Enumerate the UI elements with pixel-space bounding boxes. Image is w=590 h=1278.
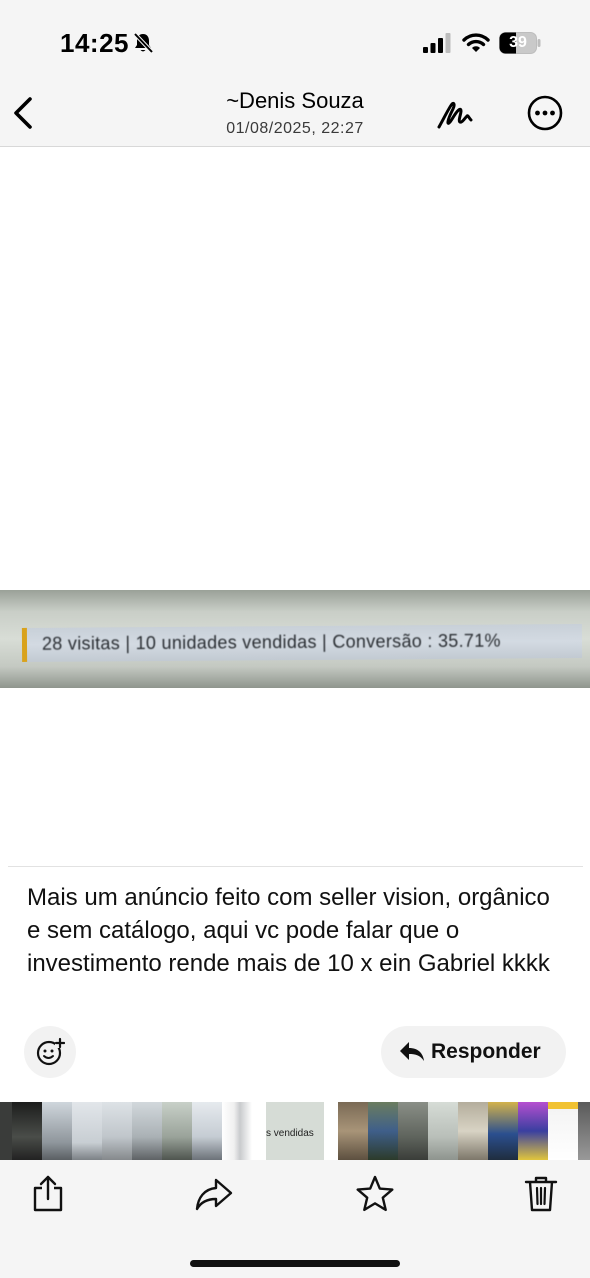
signal-icon: [423, 33, 451, 53]
thumbnail[interactable]: [192, 1102, 222, 1160]
add-reaction-button[interactable]: [24, 1026, 76, 1078]
thumbnail[interactable]: [428, 1102, 458, 1160]
photo-accent-bar: [21, 627, 28, 662]
battery-icon: 39: [499, 32, 541, 54]
home-indicator[interactable]: [190, 1260, 400, 1267]
thumbnail[interactable]: [578, 1102, 590, 1160]
thumbnail-selected[interactable]: s vendidas: [266, 1102, 324, 1160]
thumbnail[interactable]: [132, 1102, 162, 1160]
thumbnail[interactable]: [488, 1102, 518, 1160]
thumbnail[interactable]: [368, 1102, 398, 1160]
thumbnail[interactable]: [458, 1102, 488, 1160]
thumbnail[interactable]: [72, 1102, 102, 1160]
share-icon[interactable]: [30, 1174, 66, 1214]
photo-stats-text: 28 visitas | 10 unidades vendidas | Conv…: [41, 630, 501, 654]
thumbnail[interactable]: [102, 1102, 132, 1160]
status-time: 14:25: [60, 28, 129, 58]
thumbnail[interactable]: [222, 1102, 252, 1160]
message-caption: Mais um anúncio feito com seller vision,…: [27, 884, 550, 977]
reply-arrow-icon: [400, 1042, 424, 1061]
thumbnail-strip: s vendidas: [0, 1102, 590, 1160]
thumbnail[interactable]: [42, 1102, 72, 1160]
thumbnail[interactable]: [0, 1102, 12, 1160]
battery-level: 39: [509, 34, 527, 51]
bell-slash-icon: [133, 32, 154, 54]
reply-label: Responder: [431, 1040, 541, 1063]
navigation-bar: ~Denis Souza 01/08/2025, 22:27: [0, 80, 590, 147]
status-bar: 14:25 39: [0, 0, 590, 80]
caption-divider: [8, 866, 583, 867]
reply-button[interactable]: Responder: [381, 1026, 566, 1078]
thumbnail[interactable]: [338, 1102, 368, 1160]
bottom-toolbar: [0, 1160, 590, 1278]
photo-stats-banner: 28 visitas | 10 unidades vendidas | Conv…: [21, 624, 583, 662]
thumbnail[interactable]: [548, 1102, 578, 1160]
wifi-icon: [462, 33, 490, 52]
markup-icon[interactable]: [436, 94, 476, 134]
thumbnail[interactable]: [162, 1102, 192, 1160]
forward-icon[interactable]: [194, 1174, 234, 1214]
thumbnail[interactable]: [398, 1102, 428, 1160]
trash-icon[interactable]: [523, 1174, 559, 1214]
thumbnail-selected-text: s vendidas: [266, 1128, 314, 1139]
thumbnail[interactable]: [12, 1102, 42, 1160]
contact-name: ~Denis Souza: [226, 88, 364, 113]
add-reaction-icon: [36, 1037, 65, 1066]
more-icon[interactable]: [526, 94, 564, 132]
thumbnail[interactable]: [518, 1102, 548, 1160]
star-icon[interactable]: [355, 1174, 395, 1214]
message-photo[interactable]: 28 visitas | 10 unidades vendidas | Conv…: [0, 590, 590, 688]
message-date: 01/08/2025, 22:27: [226, 120, 364, 137]
